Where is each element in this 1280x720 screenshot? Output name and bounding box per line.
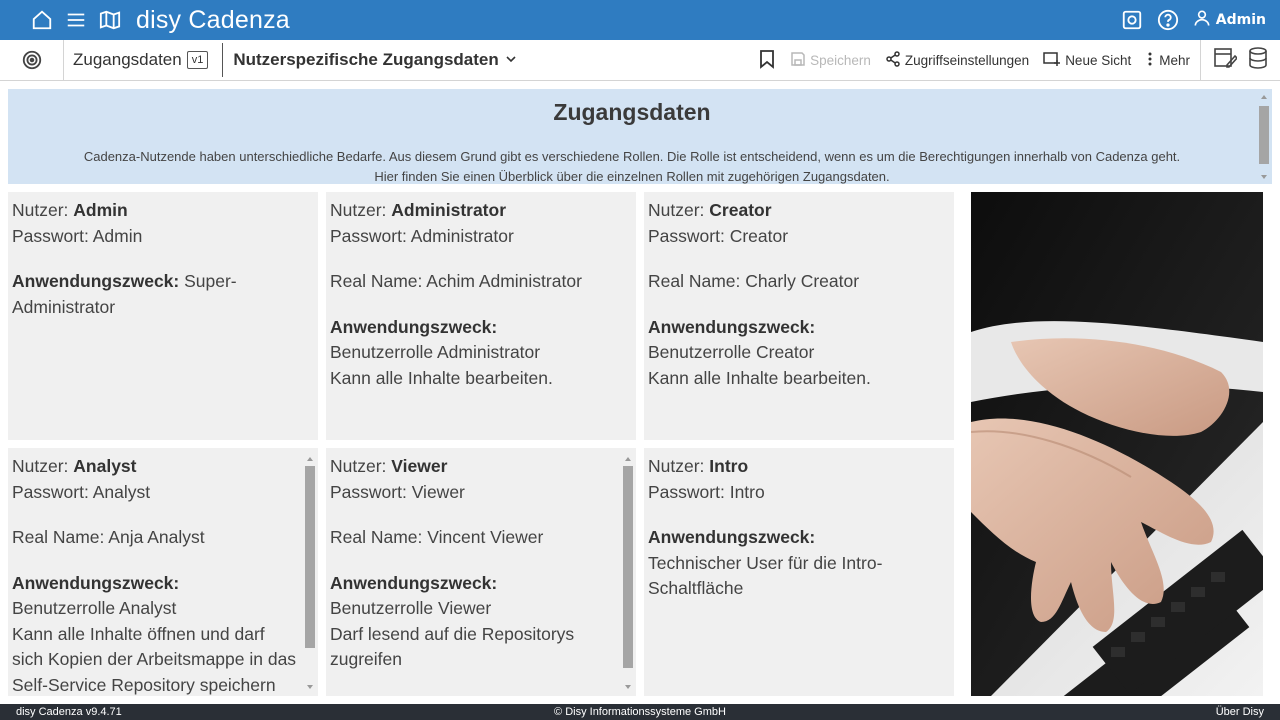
view-name: Nutzerspezifische Zugangsdaten [233,50,499,69]
database-icon[interactable] [1248,47,1268,73]
card-realname-line: Real Name: Vincent Viewer [330,527,544,547]
card-creator: Nutzer: Creator Passwort: Creator Real N… [644,192,954,440]
card-administrator: Nutzer: Administrator Passwort: Administ… [326,192,636,440]
card-realname-line: Real Name: Charly Creator [648,271,860,291]
card-password-line: Passwort: Administrator [330,225,514,246]
user-menu[interactable]: Admin [1192,8,1266,32]
card-password-line: Passwort: Intro [648,481,765,502]
card-scrollbar[interactable] [304,450,316,694]
card-purpose-line-1: Benutzerrolle Analyst [12,598,177,618]
new-view-button[interactable]: Neue Sicht [1043,51,1131,70]
workbook-toolbar: Zugangsdaten v1 Nutzerspezifische Zugang… [0,40,1280,81]
card-purpose-label: Anwendungszweck: [648,316,816,337]
about-link[interactable]: Über Disy [1216,706,1264,718]
more-button[interactable]: Mehr [1145,51,1190,70]
bookmark-icon [758,49,776,72]
toolbar-right [1200,40,1280,80]
card-user-line: Nutzer: Viewer [330,456,448,476]
card-user-line: Nutzer: Administrator [330,200,507,220]
card-password-line: Passwort: Admin [12,225,143,246]
access-settings-button[interactable]: Zugriffseinstellungen [885,50,1030,70]
save-label: Speichern [810,52,871,68]
copyright-text: © Disy Informationssysteme GmbH [554,706,726,718]
card-password-line: Passwort: Creator [648,225,789,246]
intro-line-1: Cadenza-Nutzende haben unterschiedliche … [83,149,1181,164]
chevron-down-icon [505,50,517,70]
user-name-value: Admin [73,200,128,220]
more-label: Mehr [1159,52,1190,68]
app-title: disy Cadenza [136,5,290,34]
card-purpose-line-2: Kann alle Inhalte bearbeiten. [648,367,871,388]
card-scrollbar[interactable] [622,450,634,694]
view-selector[interactable]: Nutzerspezifische Zugangsdaten [233,50,516,70]
card-purpose-label: Anwendungszweck: [648,527,816,547]
header-panel: Zugangsdaten Cadenza-Nutzende haben unte… [8,89,1272,184]
version-badge: v1 [186,51,209,69]
new-view-label: Neue Sicht [1065,52,1132,68]
user-name-value: Creator [709,200,772,220]
card-purpose-line-1: Benutzerrolle Creator [648,342,815,362]
map-icon[interactable] [98,8,122,32]
card-user-line: Nutzer: Admin [12,200,128,220]
card-purpose-label: Anwendungszweck: [330,316,498,337]
home-icon[interactable] [30,8,54,32]
card-purpose-line-1: Benutzerrolle Viewer [330,598,492,618]
card-password-line: Passwort: Analyst [12,481,151,502]
user-name-value: Administrator [391,200,507,220]
workbook-name[interactable]: Zugangsdaten [73,50,182,70]
save-button[interactable]: Speichern [790,51,871,70]
toolbar-actions: Speichern Zugriffseinstellungen Neue Sic… [744,40,1190,80]
card-purpose-label: Anwendungszweck: [12,572,180,593]
card-purpose-line-2: Darf lesend auf die Repositorys zugreife… [330,623,575,670]
status-footer: © Disy Informationssysteme GmbH disy Cad… [0,704,1280,720]
card-purpose: Anwendungszweck: Super-Administrator [12,271,237,317]
card-user-line: Nutzer: Analyst [12,456,137,476]
card-admin: Nutzer: Admin Passwort: Admin Anwendungs… [8,192,318,440]
card-user-line: Nutzer: Creator [648,200,772,220]
card-password-line: Passwort: Viewer [330,481,465,502]
card-purpose-line-2: Kann alle Inhalte öffnen und darf sich K… [12,623,297,695]
card-intro: Nutzer: Intro Passwort: Intro Anwendungs… [644,448,954,696]
target-icon[interactable] [0,40,64,80]
page-title: Zugangsdaten [553,99,711,125]
card-analyst: Nutzer: Analyst Passwort: Analyst Real N… [8,448,318,696]
card-purpose-line-2: Kann alle Inhalte bearbeiten. [330,367,553,388]
card-user-line: Nutzer: Intro [648,456,749,476]
intro-text: Cadenza-Nutzende haben unterschiedliche … [8,147,1256,187]
settings-icon[interactable] [1120,8,1144,32]
app-header: disy Cadenza Admin [0,0,1280,40]
save-icon [790,51,806,70]
new-view-icon [1043,51,1061,70]
user-name-value: Intro [709,456,749,476]
card-purpose-line-1: Technischer User für die Intro-Schaltflä… [648,552,883,599]
card-viewer: Nutzer: Viewer Passwort: Viewer Real Nam… [326,448,636,696]
access-settings-label: Zugriffseinstellungen [904,52,1030,68]
version-text: disy Cadenza v9.4.71 [16,706,122,718]
more-icon [1145,51,1155,70]
user-icon [1192,8,1212,32]
edit-icon[interactable] [1213,47,1238,73]
user-name-value: Analyst [73,456,137,476]
header-scrollbar[interactable] [1258,91,1270,182]
card-realname-line: Real Name: Anja Analyst [12,527,205,547]
share-icon [885,50,901,70]
laptop-photo [971,192,1263,696]
card-purpose-line-1: Benutzerrolle Administrator [330,342,541,362]
breadcrumb: Zugangsdaten v1 [64,40,209,80]
user-name-value: Viewer [391,456,448,476]
menu-icon[interactable] [64,8,88,32]
user-name: Admin [1215,12,1266,28]
card-purpose-label: Anwendungszweck: [330,572,498,593]
card-realname-line: Real Name: Achim Administrator [330,271,582,291]
help-icon[interactable] [1156,8,1180,32]
divider [222,43,224,77]
intro-line-2: Hier finden Sie einen Überblick über die… [374,169,890,184]
bookmark-button[interactable] [758,49,776,72]
